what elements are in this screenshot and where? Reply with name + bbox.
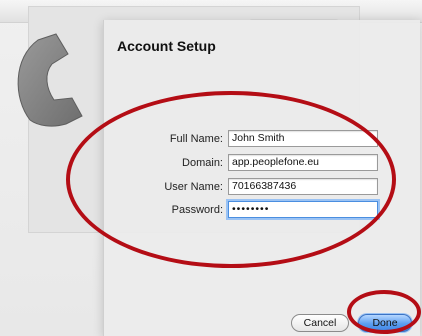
highlight-oval-form — [66, 91, 396, 268]
cancel-button[interactable]: Cancel — [291, 314, 349, 332]
highlight-oval-done — [347, 290, 421, 334]
phone-handset-icon — [8, 28, 118, 128]
dialog-title: Account Setup — [117, 38, 216, 54]
